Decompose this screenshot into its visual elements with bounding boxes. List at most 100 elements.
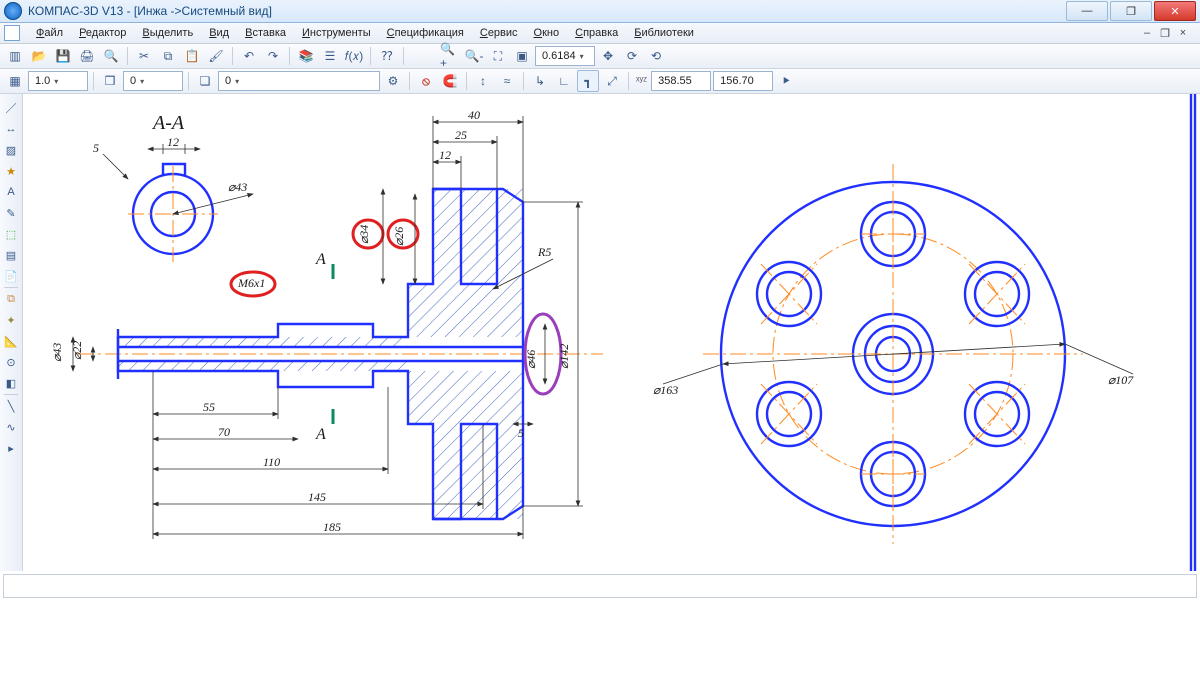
preview-icon[interactable]: 🔍 xyxy=(100,45,122,67)
separator xyxy=(289,47,290,65)
dimension-icon[interactable]: ↔ xyxy=(1,119,21,139)
menu-libs[interactable]: Библиотеки xyxy=(626,27,702,39)
zoom-out-icon[interactable]: 🔍- xyxy=(463,45,485,67)
view-settings-icon[interactable]: ⚙ xyxy=(382,70,404,92)
vars-icon[interactable]: 𝑓(𝑥) xyxy=(343,45,365,67)
layer-value: 0 xyxy=(130,75,136,87)
measure-icon[interactable]: 📐 xyxy=(1,331,21,351)
empty-area xyxy=(0,598,1200,675)
layer-combo[interactable]: 0▾ xyxy=(123,71,183,91)
separator xyxy=(523,72,524,90)
coord-go-icon[interactable]: ⯈ xyxy=(775,70,797,92)
snap-icon[interactable]: 🧲 xyxy=(439,70,461,92)
mdi-minimize[interactable]: – xyxy=(1140,27,1154,40)
close-button[interactable]: ✕ xyxy=(1154,1,1196,21)
separator xyxy=(4,287,18,288)
minimize-button[interactable]: — xyxy=(1066,1,1108,21)
local-view-icon[interactable]: ⤢ xyxy=(601,70,623,92)
coord-x[interactable]: 358.55 xyxy=(651,71,711,91)
angle-icon[interactable]: ∟ xyxy=(553,70,575,92)
menu-service[interactable]: Сервис xyxy=(472,27,526,39)
separator xyxy=(403,47,404,65)
annotate-icon[interactable]: А xyxy=(1,182,21,202)
library-icon[interactable]: 📚 xyxy=(295,45,317,67)
menu-insert[interactable]: Вставка xyxy=(237,27,294,39)
manager-icon[interactable]: ☰ xyxy=(319,45,341,67)
app-icon xyxy=(4,2,22,20)
stop-icon[interactable]: ⦸ xyxy=(415,70,437,92)
coord-y-value: 156.70 xyxy=(720,75,754,87)
redraw-icon[interactable]: ⟲ xyxy=(645,45,667,67)
geometry-icon[interactable]: ／ xyxy=(1,98,21,118)
layers-icon[interactable]: ❒ xyxy=(99,70,121,92)
paste-icon[interactable]: 📋 xyxy=(181,45,203,67)
copy-icon[interactable]: ⧉ xyxy=(157,45,179,67)
zoom-in-icon[interactable]: 🔍+ xyxy=(439,45,461,67)
zoom-combo[interactable]: 0.6184▾ xyxy=(535,46,595,66)
dim-12a: 12 xyxy=(167,135,179,149)
round-icon[interactable]: ≈ xyxy=(496,70,518,92)
mdi-restore[interactable]: ❐ xyxy=(1158,27,1172,40)
separator xyxy=(628,72,629,90)
maximize-button[interactable]: ❐ xyxy=(1110,1,1152,21)
expand-icon[interactable]: ▸ xyxy=(1,438,21,458)
menu-tools[interactable]: Инструменты xyxy=(294,27,379,39)
step-combo[interactable]: 1.0▾ xyxy=(28,71,88,91)
dim-phi43b: ⌀43 xyxy=(50,343,64,362)
ortho-toggle-icon[interactable]: ┓ xyxy=(577,70,599,92)
edit-icon[interactable]: ✎ xyxy=(1,203,21,223)
menu-file[interactable]: Файл xyxy=(28,27,71,39)
rotate-icon[interactable]: ⟳ xyxy=(621,45,643,67)
menu-select[interactable]: Выделить xyxy=(134,27,201,39)
brush-icon[interactable]: 🖌 xyxy=(205,45,227,67)
open-icon[interactable]: 📂 xyxy=(28,45,50,67)
views-icon[interactable]: ❏ xyxy=(194,70,216,92)
spline-icon[interactable]: ∿ xyxy=(1,417,21,437)
dim-40: 40 xyxy=(468,108,480,122)
coord-x-value: 358.55 xyxy=(658,75,692,87)
dim-phi107: ⌀107 xyxy=(1108,373,1134,387)
coord-y[interactable]: 156.70 xyxy=(713,71,773,91)
body-icon[interactable]: ◧ xyxy=(1,373,21,393)
view-combo[interactable]: 0▾ xyxy=(218,71,380,91)
table-icon[interactable]: ▤ xyxy=(1,245,21,265)
text-icon[interactable]: ★ xyxy=(1,161,21,181)
dim-70: 70 xyxy=(218,425,230,439)
grid-icon[interactable]: ▦ xyxy=(4,70,26,92)
menu-spec[interactable]: Спецификация xyxy=(379,27,472,39)
assoc-icon[interactable]: ⧉ xyxy=(1,289,21,309)
print-icon[interactable]: 🖨 xyxy=(76,45,98,67)
cut-A-top: А xyxy=(315,251,326,268)
zoom-fit-icon[interactable]: ▣ xyxy=(511,45,533,67)
drawing-canvas[interactable]: А-А 12 5 ⌀43 xyxy=(23,94,1200,571)
hatch-icon[interactable]: ▨ xyxy=(1,140,21,160)
menu-window[interactable]: Окно xyxy=(526,27,568,39)
undo-icon[interactable]: ↶ xyxy=(238,45,260,67)
zoom-value: 0.6184 xyxy=(542,50,576,62)
pan-icon[interactable]: ✥ xyxy=(597,45,619,67)
dim-phi163: ⌀163 xyxy=(653,383,678,397)
param-icon[interactable]: ✦ xyxy=(1,310,21,330)
sketch-icon[interactable]: ⊙ xyxy=(1,352,21,372)
dim-25: 25 xyxy=(455,128,467,142)
symbol-icon[interactable]: ⬚ xyxy=(1,224,21,244)
redo-icon[interactable]: ↷ xyxy=(262,45,284,67)
menu-view[interactable]: Вид xyxy=(201,27,237,39)
separator xyxy=(4,394,18,395)
new-icon[interactable]: ▥ xyxy=(4,45,26,67)
line-tool-icon[interactable]: ╲ xyxy=(1,396,21,416)
ortho-icon[interactable]: ↕ xyxy=(472,70,494,92)
save-icon[interactable]: 💾 xyxy=(52,45,74,67)
separator xyxy=(127,47,128,65)
document-icon[interactable] xyxy=(4,25,20,41)
menu-help[interactable]: Справка xyxy=(567,27,626,39)
doc-icon[interactable]: 📄 xyxy=(1,266,21,286)
dim-phi43a: ⌀43 xyxy=(228,180,247,194)
lcs-icon[interactable]: ↳ xyxy=(529,70,551,92)
dim-phi142: ⌀142 xyxy=(557,344,571,369)
menu-edit[interactable]: Редактор xyxy=(71,27,134,39)
zoom-region-icon[interactable]: ⛶ xyxy=(487,45,509,67)
whats-this-icon[interactable]: ⁇ xyxy=(376,45,398,67)
mdi-close[interactable]: × xyxy=(1176,27,1190,40)
cut-icon[interactable]: ✂ xyxy=(133,45,155,67)
